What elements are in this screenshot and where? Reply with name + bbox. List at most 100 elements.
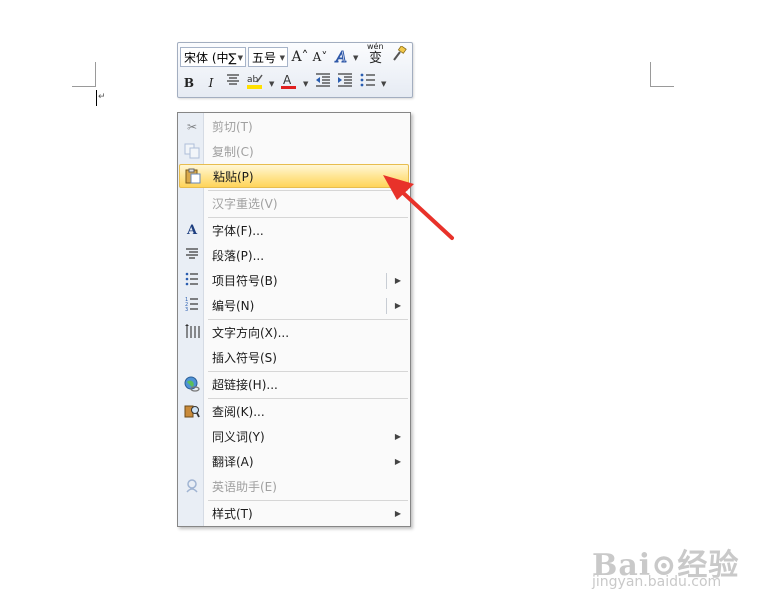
scissors-icon: ✂ xyxy=(186,120,198,134)
menu-item-font[interactable]: A 字体(F)... xyxy=(179,219,409,243)
svg-text:A: A xyxy=(283,73,292,87)
submenu-arrow-icon[interactable]: ▶ xyxy=(395,269,401,293)
baidu-watermark: Bai⊙经验 jingyan.baidu.com xyxy=(592,540,739,590)
chevron-down-icon[interactable]: ▼ xyxy=(353,54,358,62)
paragraph-mark-icon: ↵ xyxy=(98,92,106,102)
font-size-value: 五号 xyxy=(252,51,277,65)
menu-item-text-direction[interactable]: 文字方向(X)... xyxy=(179,321,409,345)
english-assistant-icon xyxy=(183,478,201,496)
menu-item-label: 剪切(T) xyxy=(212,120,253,134)
menu-item-label: 超链接(H)... xyxy=(212,378,278,392)
text-style-button[interactable]: A xyxy=(334,47,352,67)
text-direction-icon xyxy=(183,324,201,342)
watermark-url: jingyan.baidu.com xyxy=(592,574,722,590)
svg-text:ab: ab xyxy=(247,75,259,85)
format-painter-icon xyxy=(393,45,407,61)
menu-item-label: 文字方向(X)... xyxy=(212,326,290,340)
menu-item-label: 粘贴(P) xyxy=(213,170,254,184)
menu-separator xyxy=(208,500,408,501)
mini-toolbar: 宋体 (中∑ ▼ 五号 ▼ A˄ A˅ A ▼ wén 变 B I ab ▼ A… xyxy=(177,42,413,98)
menu-item-synonyms[interactable]: 同义词(Y) ▶ xyxy=(179,425,409,449)
chevron-down-icon: ▼ xyxy=(279,54,285,62)
crop-mark-left-horizontal xyxy=(72,86,96,87)
menu-item-insert-symbol[interactable]: 插入符号(S) xyxy=(179,346,409,370)
font-name-combo[interactable]: 宋体 (中∑ ▼ xyxy=(180,47,246,67)
menu-item-label: 段落(P)... xyxy=(212,249,265,263)
chevron-down-icon: ▼ xyxy=(237,54,243,62)
menu-separator xyxy=(208,190,408,191)
split-divider xyxy=(386,298,387,314)
menu-item-paragraph[interactable]: 段落(P)... xyxy=(179,244,409,268)
menu-item-numbering[interactable]: 123 编号(N) ▶ xyxy=(179,294,409,318)
menu-item-english-assistant[interactable]: 英语助手(E) xyxy=(179,475,409,499)
chevron-down-icon[interactable]: ▼ xyxy=(269,80,274,88)
menu-item-reconvert[interactable]: 汉字重选(V) xyxy=(179,192,409,216)
menu-item-translate[interactable]: 翻译(A) ▶ xyxy=(179,450,409,474)
highlighter-icon: ab xyxy=(247,74,263,89)
crop-mark-right-vertical xyxy=(650,62,651,86)
menu-item-hyperlink[interactable]: 超链接(H)... xyxy=(179,373,409,397)
copy-icon xyxy=(183,143,201,161)
menu-item-cut[interactable]: ✂ 剪切(T) xyxy=(179,115,409,139)
decrease-indent-button[interactable] xyxy=(314,73,332,93)
center-align-icon xyxy=(227,74,239,85)
grow-font-icon: A˄ xyxy=(291,49,309,65)
chevron-down-icon[interactable]: ▼ xyxy=(381,80,386,88)
menu-item-label: 编号(N) xyxy=(212,299,255,313)
increase-indent-icon xyxy=(338,73,352,87)
font-color-button[interactable]: A xyxy=(280,72,298,92)
font-size-combo[interactable]: 五号 ▼ xyxy=(248,47,288,67)
bullets-icon xyxy=(183,272,201,290)
bullets-icon xyxy=(360,73,375,87)
menu-item-paste[interactable]: 粘贴(P) xyxy=(179,164,409,188)
crop-mark-right-horizontal xyxy=(650,86,674,87)
menu-item-styles[interactable]: 样式(T) ▶ xyxy=(179,502,409,526)
svg-text:A: A xyxy=(334,48,347,65)
split-divider xyxy=(386,273,387,289)
menu-item-bullets[interactable]: 项目符号(B) ▶ xyxy=(179,269,409,293)
menu-item-label: 插入符号(S) xyxy=(212,351,277,365)
font-icon: A xyxy=(186,223,198,238)
svg-text:3: 3 xyxy=(185,307,188,311)
menu-item-research[interactable]: 查阅(K)... xyxy=(179,400,409,424)
context-menu: ✂ 剪切(T) 复制(C) 粘贴(P) 汉字重选(V) A 字体(F)... 段… xyxy=(177,112,411,527)
menu-item-label: 同义词(Y) xyxy=(212,430,265,444)
menu-item-label: 英语助手(E) xyxy=(212,480,277,494)
menu-separator xyxy=(208,319,408,320)
submenu-arrow-icon[interactable]: ▶ xyxy=(395,294,401,318)
menu-separator xyxy=(208,217,408,218)
italic-icon: I xyxy=(208,76,214,90)
chevron-down-icon[interactable]: ▼ xyxy=(303,80,308,88)
menu-item-copy[interactable]: 复制(C) xyxy=(179,140,409,164)
research-icon xyxy=(183,403,201,421)
menu-item-label: 字体(F)... xyxy=(212,224,264,238)
highlight-button[interactable]: ab xyxy=(246,72,264,92)
menu-item-label: 复制(C) xyxy=(212,145,254,159)
hyperlink-icon xyxy=(183,376,201,394)
italic-button[interactable]: I xyxy=(202,73,220,93)
bullets-button[interactable] xyxy=(359,73,377,93)
phonetic-guide-char: 变 xyxy=(369,51,383,66)
decrease-indent-icon xyxy=(316,73,330,87)
menu-item-label: 项目符号(B) xyxy=(212,274,278,288)
bold-button[interactable]: B xyxy=(180,73,198,93)
font-color-icon: A xyxy=(281,73,296,89)
shrink-font-icon: A˅ xyxy=(312,50,328,64)
text-cursor[interactable] xyxy=(96,90,97,106)
grow-font-button[interactable]: A˄ xyxy=(291,47,309,67)
text-effect-icon: A xyxy=(334,48,348,67)
center-align-button[interactable] xyxy=(224,73,242,93)
numbering-icon: 123 xyxy=(183,297,201,315)
menu-item-label: 样式(T) xyxy=(212,507,253,521)
bold-icon: B xyxy=(183,76,195,90)
phonetic-guide-button[interactable]: wén 变 xyxy=(365,42,387,66)
format-painter-button[interactable] xyxy=(390,45,408,66)
menu-item-label: 汉字重选(V) xyxy=(212,197,278,211)
menu-separator xyxy=(208,398,408,399)
submenu-arrow-icon: ▶ xyxy=(394,432,401,441)
shrink-font-button[interactable]: A˅ xyxy=(311,47,329,67)
increase-indent-button[interactable] xyxy=(336,73,354,93)
paragraph-icon xyxy=(183,247,201,265)
font-name-value: 宋体 (中∑ xyxy=(184,51,237,65)
submenu-arrow-icon: ▶ xyxy=(394,457,401,466)
